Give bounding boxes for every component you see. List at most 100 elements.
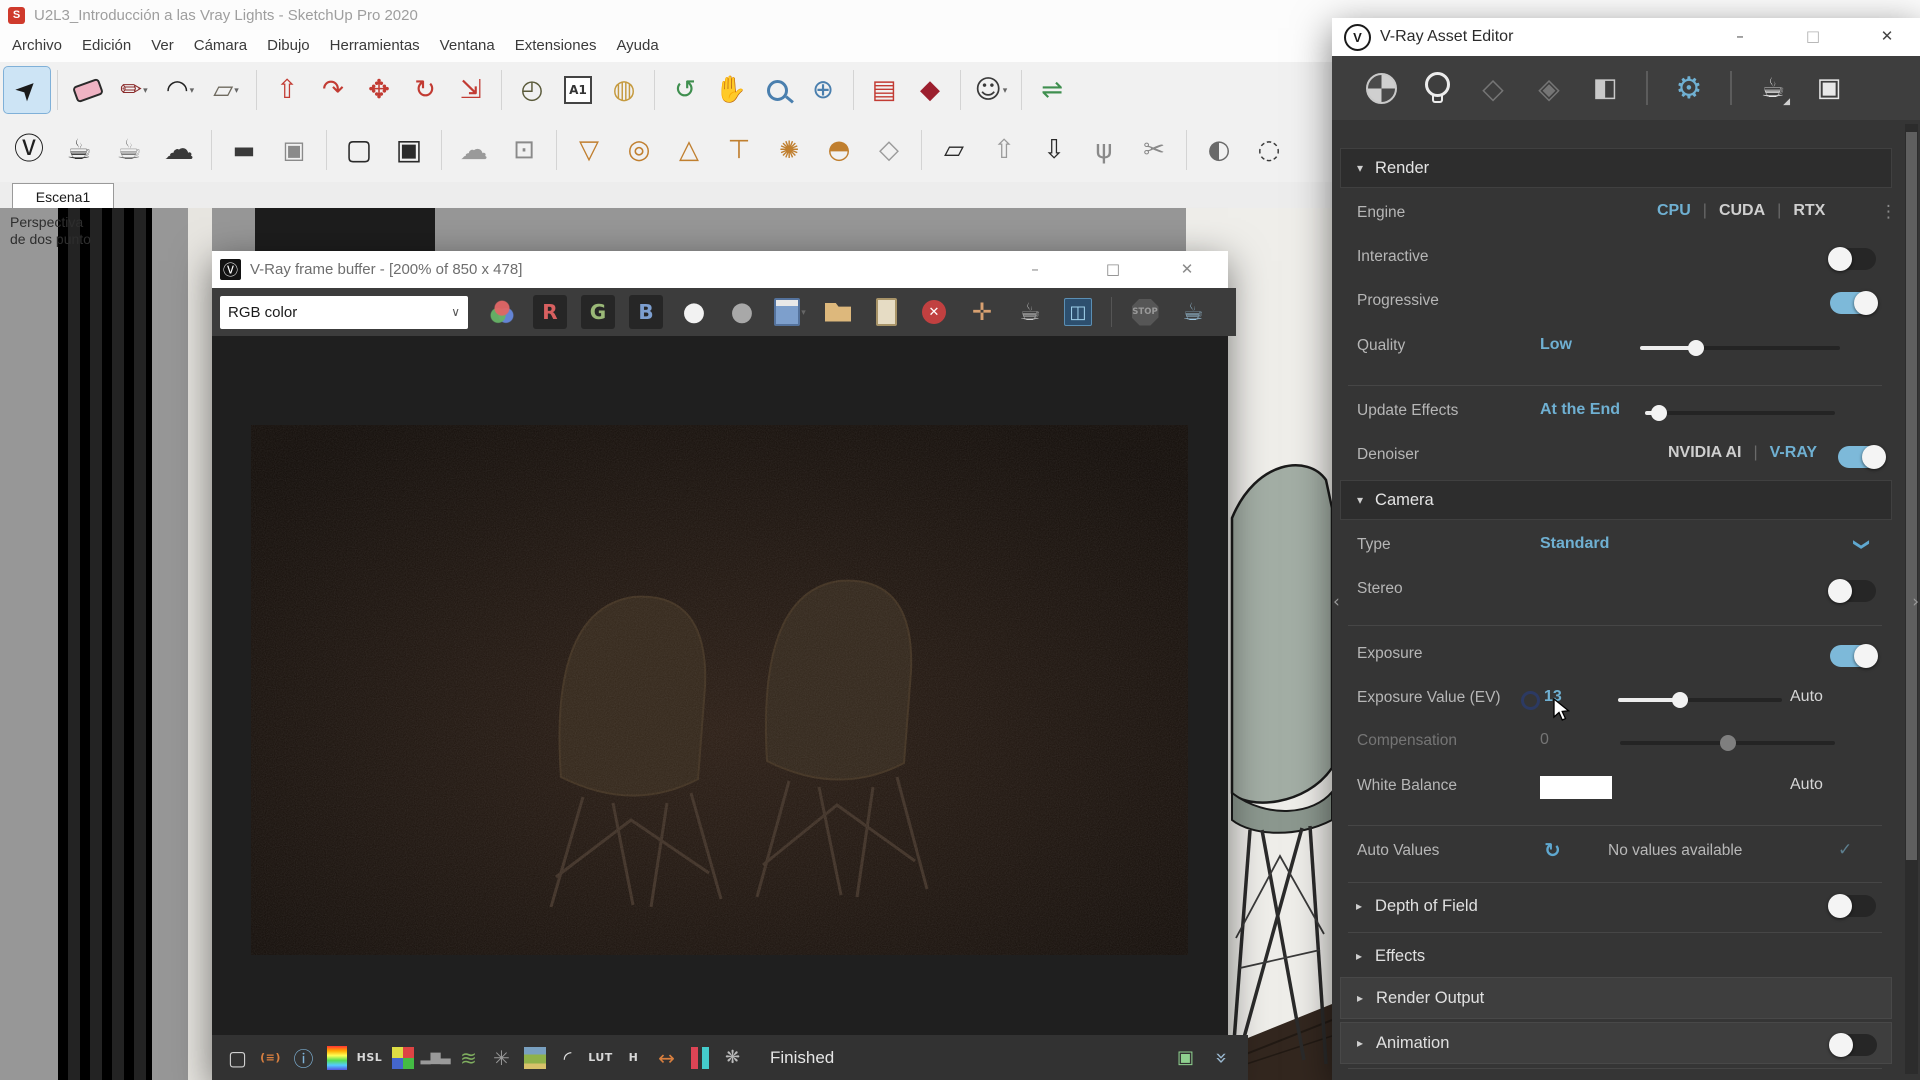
quality-slider[interactable]: [1640, 346, 1840, 350]
menu-archivo[interactable]: Archivo: [2, 30, 72, 62]
vray-proxy-export-button[interactable]: ⇧: [979, 124, 1029, 176]
lut-button[interactable]: LUT: [585, 1041, 616, 1075]
camera-section-header[interactable]: ▾ Camera: [1340, 480, 1892, 520]
vray-render-button[interactable]: ☕: [54, 124, 104, 176]
lens-effects-button[interactable]: ✳: [486, 1041, 517, 1075]
menu-ayuda[interactable]: Ayuda: [606, 30, 668, 62]
vray-proxy-import-button[interactable]: ⇩: [1029, 124, 1079, 176]
clear-image-button[interactable]: ✕: [912, 292, 956, 332]
panel-expand-right-icon[interactable]: ›: [1912, 592, 1919, 612]
region-render-button[interactable]: ☕: [1008, 292, 1052, 332]
materials-tab[interactable]: [1362, 65, 1400, 111]
menu-edicion[interactable]: Edición: [72, 30, 141, 62]
compositing-tab[interactable]: ◧: [1586, 65, 1624, 111]
vray-scatter-button[interactable]: ◌: [1244, 124, 1294, 176]
vray-ies-light-button[interactable]: ⊤: [714, 124, 764, 176]
dropdown-arrow-icon[interactable]: ▾: [190, 85, 195, 96]
eraser-tool[interactable]: [65, 67, 111, 113]
line-tool[interactable]: ✏▾: [111, 67, 157, 113]
denoiser-option-nvidia-ai[interactable]: NVIDIA AI: [1668, 444, 1741, 462]
dropdown-arrow-icon[interactable]: ▾: [234, 85, 239, 96]
save-image-button[interactable]: ▾: [768, 292, 812, 332]
tape-measure-tool[interactable]: ◴: [509, 67, 555, 113]
vray-infinite-plane-button[interactable]: ▱: [929, 124, 979, 176]
cloud-render-button[interactable]: ☁: [449, 124, 499, 176]
curve-button[interactable]: ◜: [552, 1041, 583, 1075]
denoiser-button[interactable]: ❋: [717, 1041, 748, 1075]
quality-value[interactable]: Low: [1540, 336, 1572, 354]
menu-herramientas[interactable]: Herramientas: [320, 30, 430, 62]
render-last-button[interactable]: ☕: [1171, 292, 1215, 332]
alpha-channel-button[interactable]: ●: [672, 292, 716, 332]
chevron-down-icon[interactable]: ❯: [1853, 538, 1872, 551]
green-channel-button[interactable]: G: [576, 292, 620, 332]
icc-button[interactable]: ↔: [651, 1041, 682, 1075]
heat-map-button[interactable]: H: [618, 1041, 649, 1075]
ev-spinner-icon[interactable]: [1521, 691, 1540, 710]
rotate-tool[interactable]: ↻: [402, 67, 448, 113]
ae-maximize-button[interactable]: □: [1798, 23, 1828, 49]
info-button[interactable]: ⓘ: [288, 1041, 319, 1075]
vfb-canvas[interactable]: [212, 336, 1228, 1035]
camera-type-value[interactable]: Standard: [1540, 535, 1609, 553]
chaos-cloud-button[interactable]: ☁: [154, 124, 204, 176]
settings-tab[interactable]: ⚙: [1670, 65, 1708, 111]
white-balance-swatch[interactable]: [1540, 776, 1612, 799]
vfb-maximize-button[interactable]: □: [1098, 256, 1128, 282]
vray-dome-light-button[interactable]: ◓: [814, 124, 864, 176]
vray-omni-light-button[interactable]: ✺: [764, 124, 814, 176]
background-image-button[interactable]: [321, 1041, 352, 1075]
zoom-tool[interactable]: [754, 67, 800, 113]
blue-channel-button[interactable]: B: [624, 292, 668, 332]
vfb-close-button[interactable]: ✕: [1172, 256, 1202, 282]
vray-batch-render-button[interactable]: ◆: [907, 67, 953, 113]
denoiser-option-vray[interactable]: V-RAY: [1770, 444, 1817, 462]
pan-tool[interactable]: ✋: [708, 67, 754, 113]
vray-tray-a-button[interactable]: ▬: [219, 124, 269, 176]
update-effects-slider[interactable]: [1645, 411, 1835, 415]
menu-camara[interactable]: Cámara: [184, 30, 257, 62]
ae-minimize-button[interactable]: –: [1725, 23, 1755, 49]
show-vfb-button[interactable]: ▣: [1810, 65, 1848, 111]
image-layer-button[interactable]: [519, 1041, 550, 1075]
textures-tab[interactable]: ◈: [1530, 65, 1568, 111]
open-image-button[interactable]: [816, 292, 860, 332]
dropdown-arrow-icon[interactable]: ▾: [1003, 85, 1008, 96]
ae-close-button[interactable]: ✕: [1872, 23, 1902, 49]
frame-buffer-b-button[interactable]: ▣: [384, 124, 434, 176]
scale-tool[interactable]: ⇲: [448, 67, 494, 113]
menu-ver[interactable]: Ver: [141, 30, 184, 62]
vfb-settings-button[interactable]: ▢: [222, 1041, 253, 1075]
exposure-toggle[interactable]: [1830, 645, 1876, 667]
menu-ventana[interactable]: Ventana: [430, 30, 505, 62]
vray-interactive-render-button[interactable]: ⇌: [1029, 67, 1075, 113]
effects-section[interactable]: ▸ Effects: [1340, 934, 1892, 978]
composite-bars-button[interactable]: [684, 1041, 715, 1075]
levels-button[interactable]: ≋: [453, 1041, 484, 1075]
frame-buffer-a-button[interactable]: ▢: [334, 124, 384, 176]
interactive-toggle[interactable]: [1830, 248, 1876, 270]
orbit-tool[interactable]: ↺: [662, 67, 708, 113]
stereo-toggle[interactable]: [1830, 580, 1876, 602]
engine-option-cuda[interactable]: CUDA: [1719, 202, 1765, 220]
dropdown-arrow-icon[interactable]: ▾: [143, 85, 148, 96]
scrollbar-thumb[interactable]: [1906, 132, 1917, 860]
followme-tool[interactable]: ↷: [310, 67, 356, 113]
pushpull-tool[interactable]: ⇧: [264, 67, 310, 113]
vray-fur-button[interactable]: ψ: [1079, 124, 1129, 176]
vray-export-button[interactable]: ▤: [861, 67, 907, 113]
vray-asset-editor-button[interactable]: Ⓥ: [4, 124, 54, 176]
dropdown-arrow-icon[interactable]: ▾: [801, 307, 806, 318]
select-tool[interactable]: ➤: [4, 67, 50, 113]
ev-slider[interactable]: [1618, 698, 1782, 702]
update-effects-value[interactable]: At the End: [1540, 401, 1620, 419]
vray-rect-light-button[interactable]: ▽: [564, 124, 614, 176]
kebab-menu-icon[interactable]: ⋮: [1880, 202, 1897, 222]
asset-editor-titlebar[interactable]: V V-Ray Asset Editor – □ ✕: [1332, 18, 1920, 56]
copy-image-button[interactable]: [864, 292, 908, 332]
mono-channel-button[interactable]: ●: [720, 292, 764, 332]
lights-tab[interactable]: [1418, 65, 1456, 111]
animation-toggle[interactable]: [1831, 1034, 1877, 1056]
refresh-icon[interactable]: ↻: [1544, 838, 1561, 862]
white-balance-auto-label[interactable]: Auto: [1790, 776, 1823, 794]
